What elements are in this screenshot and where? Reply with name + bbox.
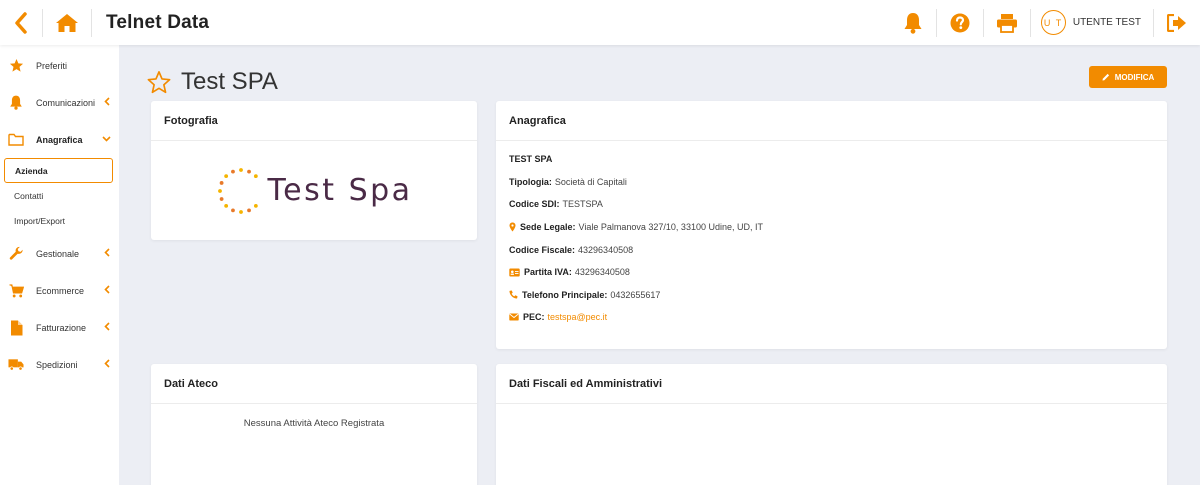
chevron-left-icon [104, 359, 110, 368]
anagrafica-card: Anagrafica TEST SPA Tipologia: Società di… [496, 101, 1167, 349]
sidebar-item-label: Ecommerce [36, 285, 85, 296]
home-icon [56, 13, 78, 32]
sidebar-subitem-contatti[interactable]: Contatti [0, 183, 119, 208]
logout-button[interactable] [1154, 0, 1200, 45]
notifications-button[interactable] [890, 0, 936, 45]
envelope-icon [509, 313, 519, 321]
star-icon [8, 58, 24, 74]
sidebar-item-preferiti[interactable]: Preferiti [0, 47, 119, 84]
ateco-card: Dati Ateco Nessuna Attività Ateco Regist… [151, 364, 477, 485]
photo-card: Fotografia Test Spa [151, 101, 477, 240]
chevron-left-icon [15, 11, 27, 34]
card-title: Dati Ateco [151, 364, 477, 404]
sidebar-item-label: Spedizioni [36, 359, 78, 370]
sidebar-item-label: Gestionale [36, 248, 80, 259]
logo-text: Test Spa [267, 173, 413, 208]
sun-dots-logo-icon [218, 167, 259, 214]
page-header: Test SPA [146, 68, 278, 96]
app-title: Telnet Data [106, 11, 210, 33]
sidebar-item-gestionale[interactable]: Gestionale [0, 235, 119, 272]
user-name: UTENTE TEST [1072, 17, 1141, 28]
anagrafica-details: TEST SPA Tipologia: Società di Capitali C… [496, 141, 1167, 342]
company-logo: Test Spa [151, 141, 477, 240]
avatar: U T [1040, 10, 1066, 35]
sidebar-item-ecommerce[interactable]: Ecommerce [0, 272, 119, 309]
file-icon [8, 320, 24, 336]
card-title: Anagrafica [496, 101, 1167, 141]
sidebar-item-spedizioni[interactable]: Spedizioni [0, 346, 119, 383]
user-menu[interactable]: U T UTENTE TEST [1031, 0, 1153, 45]
cart-icon [8, 283, 24, 299]
sidebar-item-anagrafica[interactable]: Anagrafica [0, 121, 119, 158]
printer-icon [996, 13, 1017, 33]
sede-legale-row: Sede Legale: Viale Palmanova 327/10, 3310… [509, 216, 1154, 239]
top-bar: Telnet Data U T UTENTE TEST [0, 0, 1200, 45]
question-circle-icon [950, 13, 970, 32]
sidebar: Preferiti Comunicazioni Anagrafica Azien… [0, 45, 119, 485]
sidebar-item-comunicazioni[interactable]: Comunicazioni [0, 84, 119, 121]
chevron-left-icon [104, 322, 110, 331]
logout-icon [1167, 13, 1186, 32]
codice-fiscale-row: Codice Fiscale: 43296340508 [509, 244, 634, 255]
telefono-row: Telefono Principale: 0432655617 [509, 284, 1154, 307]
pec-row: PEC: testspa@pec.it [509, 306, 1154, 329]
edit-button[interactable]: MODIFICA [1089, 66, 1167, 88]
id-card-icon [509, 268, 520, 277]
truck-icon [8, 357, 24, 373]
company-name: TEST SPA [509, 154, 553, 165]
map-marker-icon [509, 222, 516, 232]
tipologia-row: Tipologia: Società di Capitali [509, 176, 627, 187]
sidebar-item-label: Preferiti [36, 60, 68, 71]
favorite-star-icon[interactable] [146, 70, 172, 95]
chevron-left-icon [104, 248, 110, 257]
edit-button-label: MODIFICA [1114, 72, 1155, 82]
chevron-left-icon [104, 285, 110, 294]
home-button[interactable] [43, 0, 91, 45]
back-button[interactable] [0, 0, 42, 45]
sidebar-item-label: Anagrafica [36, 134, 83, 145]
pencil-icon [1102, 73, 1109, 81]
wrench-icon [8, 246, 24, 262]
top-bar-actions: U T UTENTE TEST [890, 0, 1200, 45]
chevron-down-icon [102, 136, 111, 142]
sidebar-subitem-azienda[interactable]: Azienda [4, 158, 113, 183]
sidebar-item-label: Comunicazioni [36, 97, 96, 108]
bell-icon [8, 95, 24, 111]
sidebar-subitem-import-export[interactable]: Import/Export [0, 208, 119, 233]
page-title: Test SPA [181, 68, 278, 95]
empty-state-message: Nessuna Attività Ateco Registrata [243, 418, 385, 429]
partita-iva-row: Partita IVA: 43296340508 [509, 261, 1154, 284]
codice-sdi-row: Codice SDI: TESTSPA [509, 199, 603, 210]
dati-fiscali-card: Dati Fiscali ed Amministrativi [496, 364, 1167, 485]
folder-icon [8, 132, 24, 148]
help-button[interactable] [937, 0, 983, 45]
phone-icon [509, 290, 518, 299]
chevron-left-icon [104, 97, 110, 106]
pec-email-link[interactable]: testspa@pec.it [548, 312, 608, 322]
bell-icon [904, 12, 922, 34]
print-button[interactable] [984, 0, 1030, 45]
sidebar-item-label: Fatturazione [36, 322, 87, 333]
card-title: Dati Fiscali ed Amministrativi [496, 364, 1167, 404]
card-title: Fotografia [151, 101, 477, 141]
sidebar-item-fatturazione[interactable]: Fatturazione [0, 309, 119, 346]
divider [91, 8, 92, 37]
